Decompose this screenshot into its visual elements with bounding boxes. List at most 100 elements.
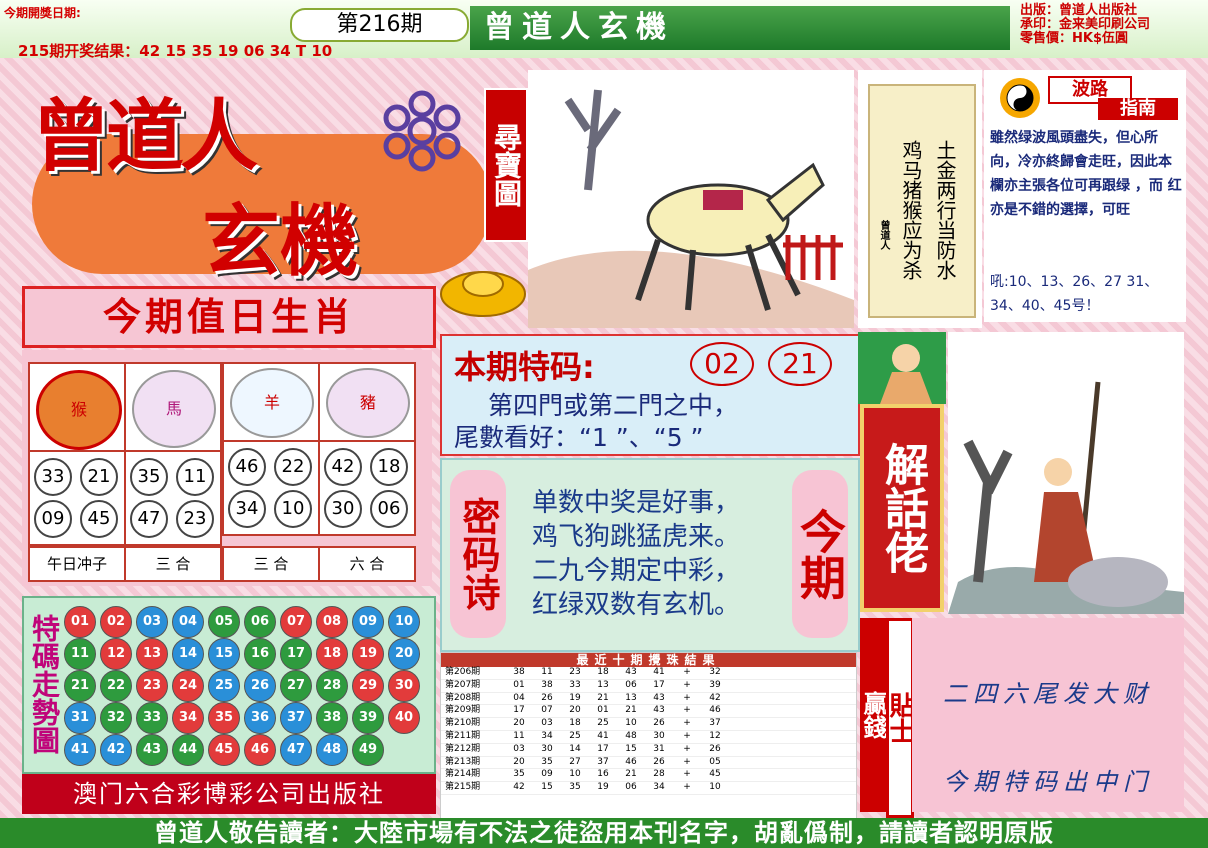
table-cell: 17 [513,705,525,716]
sage-portrait [858,332,946,404]
table-cell: 28 [653,769,665,780]
number-circle: 21 [80,458,118,496]
table-row: 第206期 38 11 23 18 43 41 +32 [441,667,856,680]
table-cell: + [683,769,691,780]
table-cell: 10 [569,769,581,780]
table-cell: 20 [513,718,525,729]
table-cell: 第207期 [445,679,481,690]
trend-ball-grid: 01 02 03 04 05 06 07 08 09 10 11 12 13 14 15 16 17 18 19 20… [64,606,428,766]
coin-circles-icon [377,86,467,176]
table-cell: 38 [541,679,553,690]
table-cell: 19 [597,782,609,793]
zodiac-card-monkey: 猴 [28,362,126,452]
table-cell: 35 [513,769,525,780]
number-circle: 35 [130,458,168,496]
table-cell: 10 [709,782,721,793]
zodiac-numbers-pig: 42 18 30 06 [318,440,416,536]
trend-ball: 37 [280,702,312,734]
trend-ball: 43 [136,734,168,766]
gold-ingot-icon [438,262,528,320]
table-cell: + [683,718,691,729]
zodiac-numbers-monkey: 33 21 09 45 [28,450,126,546]
number-circle: 09 [34,500,72,538]
trend-ball: 19 [352,638,384,670]
trend-ball: 29 [352,670,384,702]
wave-subtitle: 指南 [1098,98,1178,120]
table-cell: 18 [597,667,609,677]
table-cell: 第212期 [445,743,481,754]
scroll-signature: 曾道人 [878,220,889,250]
poem-right-label: 今期 [792,470,848,638]
table-cell: 01 [513,679,525,690]
table-cell: 30 [653,730,665,741]
trend-ball: 26 [244,670,276,702]
table-cell: 26 [653,718,665,729]
number-circle: 42 [324,448,362,486]
table-row: 第213期 20 35 27 37 46 26 +05 [441,757,856,770]
zodiac-numbers-horse: 35 11 47 23 [124,450,222,546]
yin-yang-icon [1000,78,1040,118]
trend-ball: 40 [388,702,420,734]
zodiac-label: 午日冲子 [28,546,126,582]
table-cell: 16 [597,769,609,780]
table-cell: 30 [541,743,553,754]
number-circle: 30 [324,490,362,528]
trend-ball: 42 [100,734,132,766]
zodiac-label: 三 合 [124,546,222,582]
table-cell: 41 [653,667,665,677]
table-cell: 第209期 [445,705,481,716]
jiehua-title: 解話佬 [860,404,944,612]
wave-text: 雖然绿波風頭盡失，但心所向，冷亦終歸會走旺，因此本欄亦主張各位可再跟绿 ，而 红… [990,130,1182,218]
table-cell: 06 [625,782,637,793]
table-cell: + [683,679,691,690]
sage-illustration [948,332,1184,614]
horse-illustration [528,70,854,328]
table-cell: 10 [625,718,637,729]
table-cell: 13 [597,679,609,690]
poem-panel: 密码诗 今期 单数中奖是好事， 鸡飞狗跳猛虎来。 二九今期定中彩， 红绿双数有玄… [440,458,860,652]
table-cell: 03 [541,718,553,729]
pig-icon: 豬 [326,368,410,438]
table-cell: 42 [513,782,525,793]
table-cell: 15 [625,743,637,754]
table-cell: 26 [541,692,553,703]
trend-ball: 45 [208,734,240,766]
table-row: 第214期 35 09 10 16 21 28 +45 [441,769,856,783]
recent-results-table: 最近十期攪珠結果 第206期 38 11 23 18 43 41 +32 第207期 01 38 33… [440,652,857,820]
table-cell: 43 [625,667,637,677]
table-cell: 07 [541,705,553,716]
trend-ball: 06 [244,606,276,638]
special-line2: 尾數看好：“1 ”、“5 ” [454,423,704,452]
table-cell: 33 [569,679,581,690]
number-circle: 06 [370,490,408,528]
zodiac-numbers-goat: 46 22 34 10 [222,440,320,536]
zodiac-card-horse: 馬 [124,362,222,452]
table-cell: 21 [625,705,637,716]
win-tip-2: 今期特码出中门 [943,768,1153,796]
table-cell: 04 [513,692,525,703]
table-cell: 17 [653,679,665,690]
trend-ball: 25 [208,670,240,702]
table-cell: 19 [569,692,581,703]
trend-ball: 01 [64,606,96,638]
table-cell: 45 [709,769,721,780]
table-cell: 12 [709,730,721,741]
trend-ball: 34 [172,702,204,734]
number-circle: 11 [176,458,214,496]
table-cell: 09 [541,769,553,780]
number-circle: 34 [228,490,266,528]
trend-ball: 30 [388,670,420,702]
trend-ball: 47 [280,734,312,766]
table-cell: 20 [513,756,525,767]
table-cell: 34 [541,730,553,741]
recent-title: 最近十期攪珠結果 [441,653,856,667]
publisher-info: 出版：曾道人出版社 承印：金来美印刷公司 零售價：HK$伍圓 [1020,3,1151,46]
monkey-icon: 猴 [36,370,122,450]
table-cell: 01 [597,705,609,716]
table-cell: 26 [709,743,721,754]
table-row: 第208期 04 26 19 21 13 43 +42 [441,693,856,706]
number-circle: 23 [176,500,214,538]
trend-ball: 12 [100,638,132,670]
trend-ball: 39 [352,702,384,734]
zodiac-label: 三 合 [222,546,320,582]
